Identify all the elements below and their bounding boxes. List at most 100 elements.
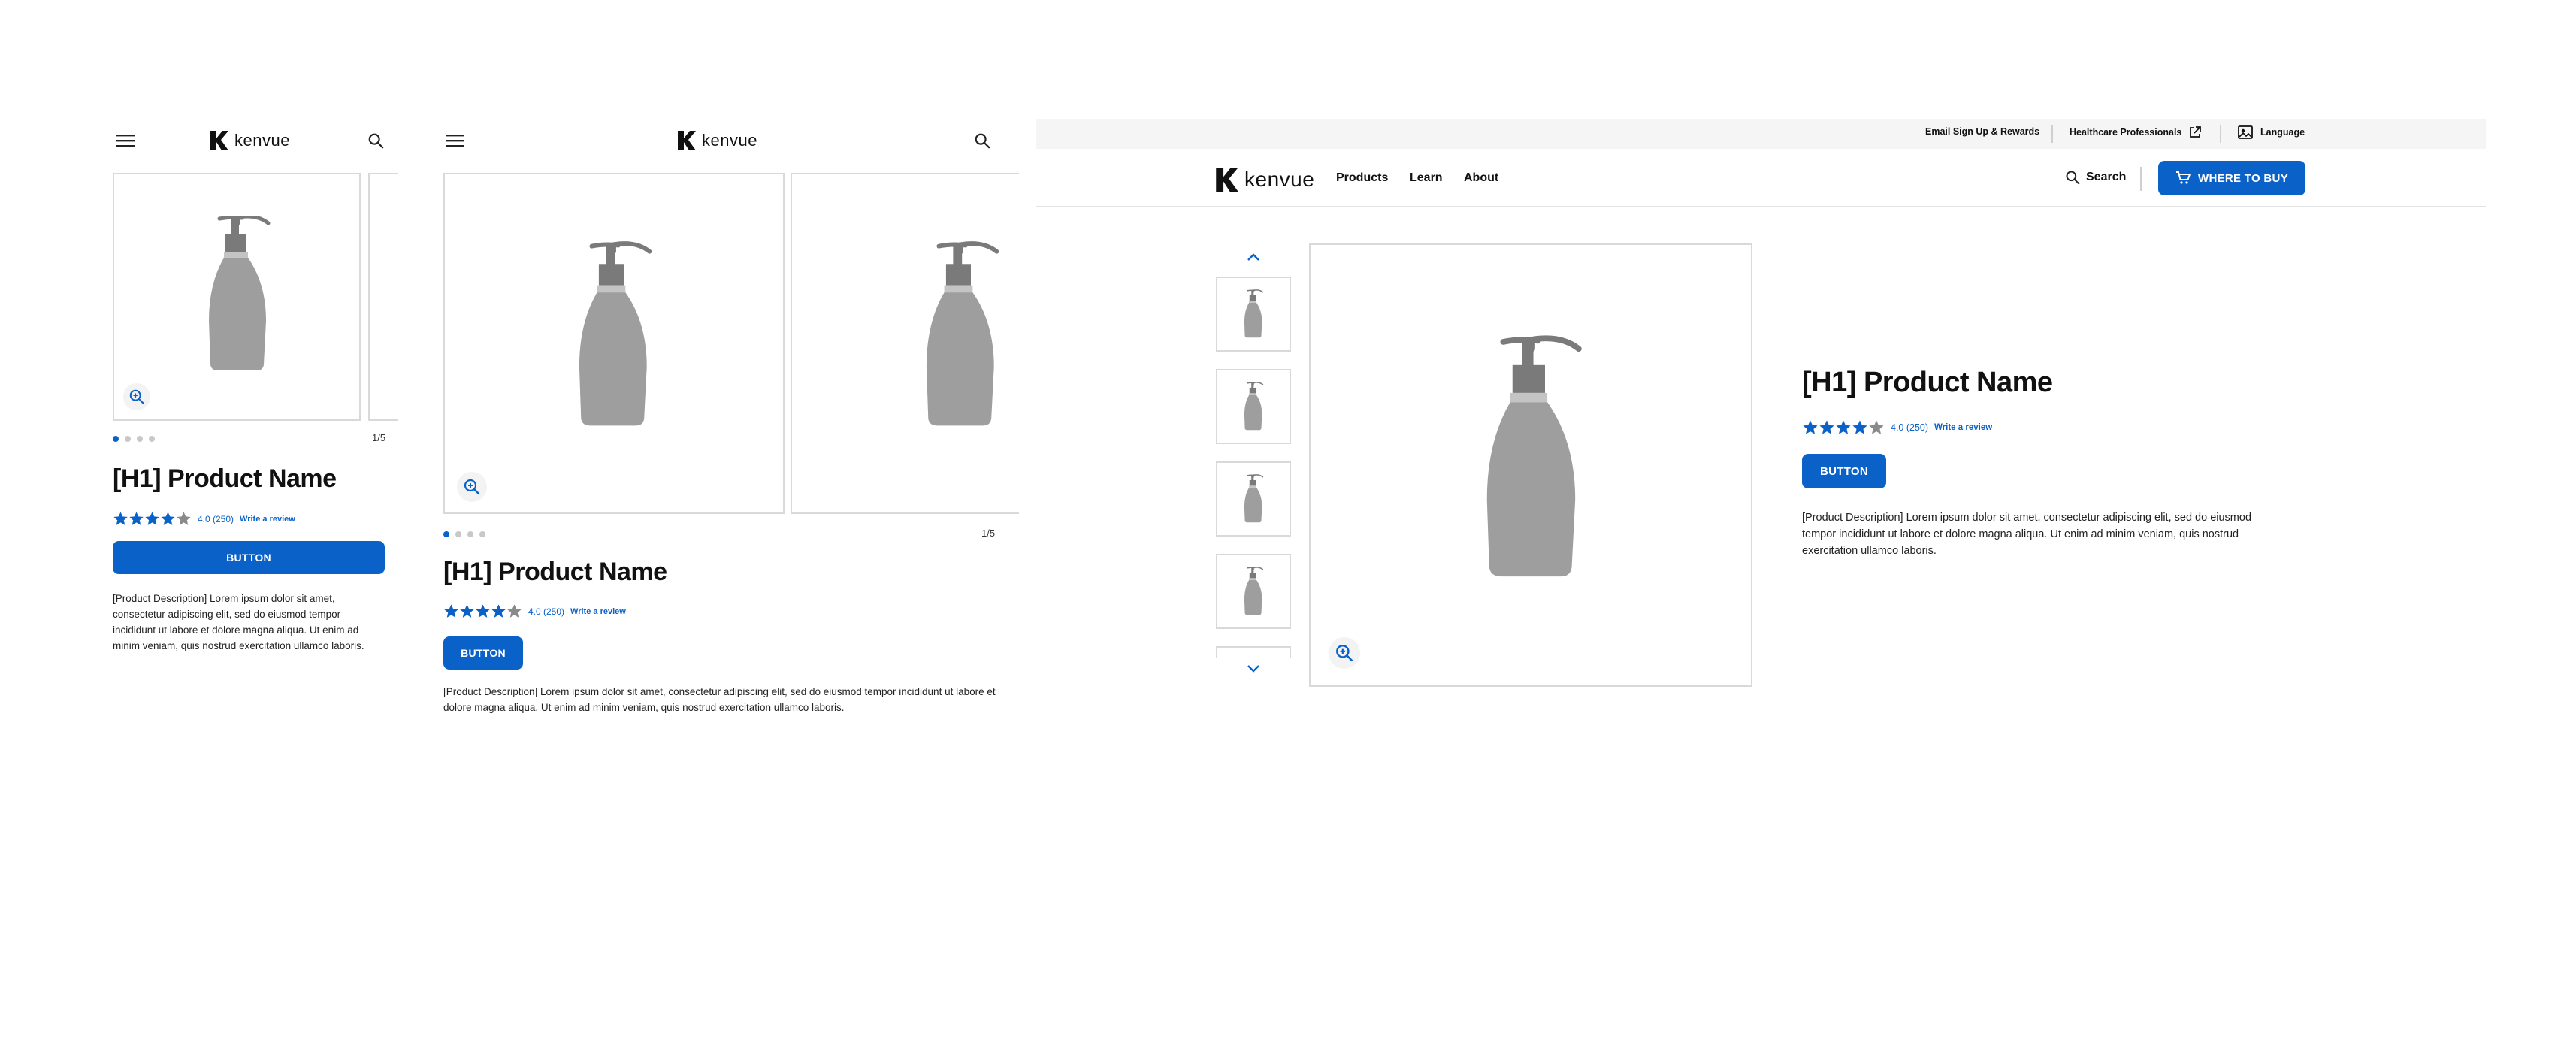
carousel-dot[interactable]	[149, 436, 155, 442]
star-icon	[491, 604, 506, 618]
product-bottle-image	[1244, 567, 1264, 615]
brand-logo[interactable]: kenvue	[678, 129, 757, 152]
product-bottle-image	[209, 216, 271, 370]
hamburger-icon	[116, 135, 135, 147]
thumbnail[interactable]	[1216, 554, 1291, 629]
search-button[interactable]: Search	[2065, 170, 2126, 185]
star-icon	[1869, 420, 1884, 434]
menu-button[interactable]	[443, 129, 466, 152]
search-icon	[368, 133, 384, 149]
external-link-icon	[2190, 126, 2202, 138]
write-review-link[interactable]: Write a review	[240, 515, 295, 524]
nav-learn[interactable]: Learn	[1410, 171, 1443, 185]
carousel-dots	[443, 531, 485, 537]
zoom-in-icon	[1336, 645, 1353, 662]
carousel-dot[interactable]	[125, 436, 131, 442]
language-selector[interactable]: Language	[2238, 125, 2305, 139]
header-divider	[2140, 167, 2142, 191]
carousel-dot[interactable]	[113, 436, 119, 442]
star-icon	[113, 512, 128, 525]
star-icon	[177, 512, 191, 525]
brand-wordmark: kenvue	[234, 131, 290, 150]
email-signup-label: Email Sign Up & Rewards	[1925, 126, 2040, 137]
mobile-large-frame: kenvue 1/5 [H1] Product Name 4.0 (250) W…	[443, 113, 1019, 714]
carousel-dot[interactable]	[137, 436, 143, 442]
write-review-link[interactable]: Write a review	[570, 607, 626, 616]
product-rating: 4.0 (250) Write a review	[1802, 419, 1992, 436]
primary-button[interactable]: BUTTON	[1802, 454, 1886, 488]
nav-products[interactable]: Products	[1336, 171, 1388, 185]
carousel-dot[interactable]	[455, 531, 461, 537]
product-image-card-next[interactable]	[791, 173, 1019, 514]
zoom-button[interactable]	[123, 383, 150, 410]
product-image-card[interactable]	[443, 173, 785, 514]
thumbnail-partial[interactable]	[1216, 646, 1291, 658]
carousel-dots	[113, 436, 155, 442]
star-icon	[507, 604, 522, 618]
product-main-image[interactable]	[1309, 243, 1752, 687]
chevron-down-icon	[1247, 665, 1259, 673]
star-icon	[1852, 420, 1867, 434]
product-bottle-image	[1244, 474, 1264, 523]
star-icon	[444, 604, 458, 618]
zoom-button[interactable]	[1329, 637, 1360, 669]
email-signup-link[interactable]: Email Sign Up & Rewards	[1925, 126, 2039, 137]
brand-wordmark: kenvue	[1244, 168, 1315, 191]
star-icon	[1836, 420, 1851, 434]
rating-score: 4.0 (250)	[1891, 422, 1929, 433]
thumbnails-up-button[interactable]	[1216, 248, 1291, 266]
brand-logo[interactable]: kenvue	[210, 129, 290, 152]
header-bottom-border	[1036, 206, 2486, 207]
product-description: [Product Description] Lorem ipsum dolor …	[113, 593, 364, 651]
star-icon	[161, 512, 175, 525]
language-label: Language	[2260, 127, 2305, 138]
thumbnail[interactable]	[1216, 461, 1291, 537]
product-description: [Product Description] Lorem ipsum dolor …	[1802, 512, 2252, 557]
zoom-in-icon	[129, 389, 144, 404]
rating-score: 4.0 (250)	[198, 513, 234, 524]
search-button[interactable]	[971, 129, 993, 152]
product-title: [H1] Product Name	[1802, 367, 2053, 398]
where-to-buy-label: WHERE TO BUY	[2198, 171, 2288, 185]
primary-button[interactable]: BUTTON	[443, 636, 523, 670]
zoom-in-icon	[464, 479, 480, 495]
rating-score: 4.0 (250)	[528, 606, 565, 617]
chevron-up-icon	[1247, 253, 1259, 261]
rating-stars	[1802, 419, 1885, 436]
product-image-card[interactable]	[113, 173, 361, 421]
carousel-counter: 1/5	[981, 528, 996, 539]
product-image-card-next[interactable]	[368, 173, 398, 421]
healthcare-label: Healthcare Professionals	[2070, 127, 2182, 138]
search-label: Search	[2086, 171, 2127, 183]
search-icon	[975, 133, 990, 149]
star-icon	[1803, 420, 1818, 434]
thumbnail[interactable]	[1216, 277, 1291, 352]
kenvue-k-icon	[210, 131, 228, 150]
product-rating: 4.0 (250) Write a review	[443, 603, 626, 619]
zoom-button[interactable]	[457, 472, 487, 502]
carousel-counter: 1/5	[372, 432, 386, 443]
carousel-dot[interactable]	[479, 531, 485, 537]
rating-stars	[443, 603, 522, 619]
search-icon	[2066, 171, 2080, 185]
primary-button[interactable]: BUTTON	[113, 541, 385, 574]
brand-wordmark: kenvue	[702, 131, 757, 150]
write-review-link[interactable]: Write a review	[1934, 423, 1992, 432]
language-icon	[2238, 125, 2253, 139]
brand-logo[interactable]: kenvue	[1216, 167, 1314, 192]
thumbnails-down-button[interactable]	[1216, 660, 1291, 678]
utility-divider	[2220, 125, 2221, 143]
nav-about[interactable]: About	[1464, 171, 1498, 185]
where-to-buy-button[interactable]: WHERE TO BUY	[2158, 161, 2305, 195]
hamburger-icon	[446, 135, 464, 147]
product-bottle-image	[926, 241, 999, 426]
menu-button[interactable]	[114, 129, 137, 152]
product-title: [H1] Product Name	[113, 464, 337, 493]
mobile-small-frame: kenvue 1/5 [H1] Product Name 4.0 (250) W…	[113, 113, 398, 684]
thumbnail[interactable]	[1216, 369, 1291, 444]
desktop-frame: Email Sign Up & Rewards Healthcare Profe…	[1036, 119, 2486, 690]
healthcare-professionals-link[interactable]: Healthcare Professionals	[2070, 126, 2202, 138]
carousel-dot[interactable]	[467, 531, 473, 537]
search-button[interactable]	[364, 129, 387, 152]
carousel-dot[interactable]	[443, 531, 449, 537]
